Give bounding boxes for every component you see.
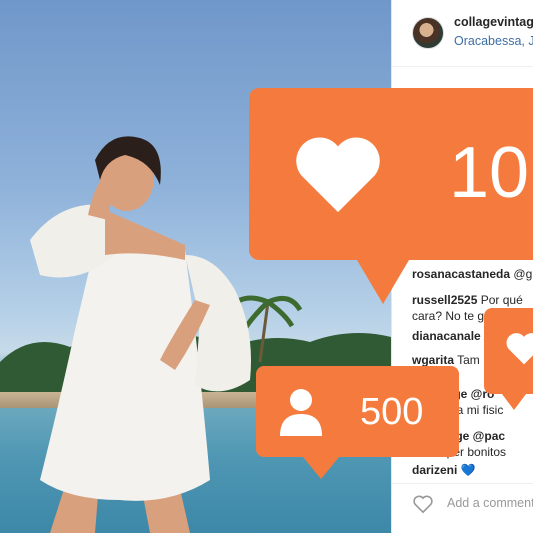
comment-item: cara? No te g [412,308,484,325]
heart-icon [296,137,380,213]
comment-text: Tam [454,353,480,367]
comment-text: @g [510,267,533,281]
bubble-tail [357,260,409,304]
comment-item: darizeni 💙 [412,462,476,479]
post-location[interactable]: Oracabessa, J [454,34,533,48]
avatar[interactable] [412,17,444,49]
add-comment-input[interactable]: Add a comment [447,496,533,510]
comment-text: 💙 [457,463,476,477]
bubble-tail [502,394,526,410]
comment-text: cara? No te g [412,309,485,323]
comment-username[interactable]: darizeni [412,463,457,477]
bubble-tail [303,457,339,479]
heart-outline-icon[interactable] [412,494,434,514]
comment-username[interactable]: dianacanale [412,329,481,343]
user-icon [280,389,322,436]
post-username[interactable]: collagevintag [454,15,533,29]
heart-icon [506,333,533,365]
comment-username[interactable]: rosanacastaneda [412,267,510,281]
comment-username[interactable]: wgarita [412,353,454,367]
likes-count: 10 [449,133,530,213]
followers-count: 500 [360,391,424,433]
followers-notification-bubble: 500 [256,366,459,479]
likes-notification-bubble: 10 [249,88,533,304]
comment-item: rosanacastaneda @g [412,266,532,283]
add-comment-row: Add a comment [392,483,533,534]
comment-item: russell2525 Por qué [412,292,523,309]
post-header: collagevintag Oracabessa, J [392,0,533,67]
comment-item: dianacanale [412,328,481,345]
comment-username[interactable]: russell2525 [412,293,477,307]
comment-text: Por qué [477,293,523,307]
small-heart-bubble [484,308,533,410]
